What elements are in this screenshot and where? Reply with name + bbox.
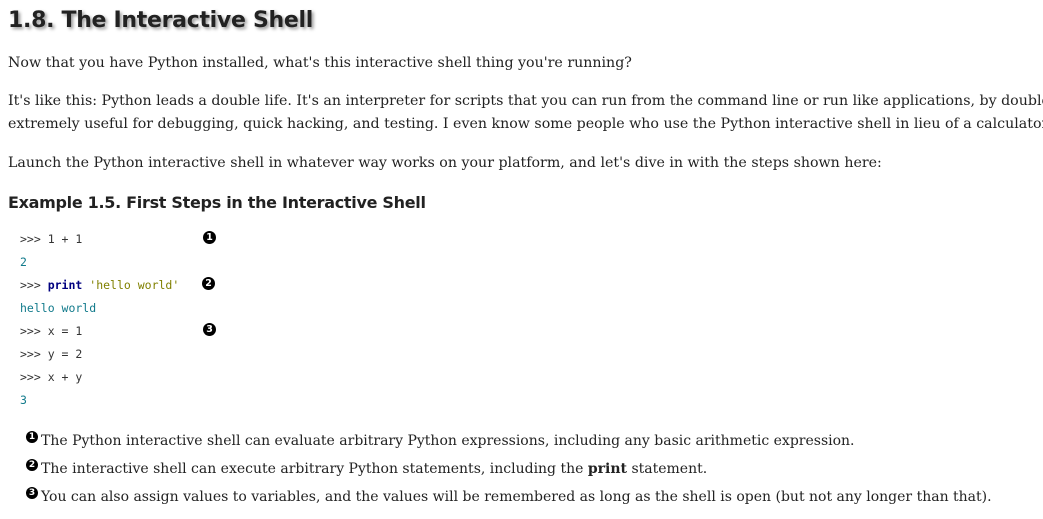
prompt: >>> (20, 324, 48, 338)
intro-paragraph: Now that you have Python installed, what… (8, 55, 632, 71)
prompt: >>> (20, 278, 48, 292)
code-text: y = 2 (47, 347, 83, 361)
note-text-end: statement. (627, 461, 708, 477)
example-title: Example 1.5. First Steps in the Interact… (8, 193, 426, 212)
note-text: The Python interactive shell can evaluat… (41, 433, 855, 449)
note-text: The interactive shell can execute arbitr… (41, 461, 588, 477)
code-output-line: 2 (20, 253, 179, 276)
code-output: hello world (20, 301, 97, 315)
note-text: You can also assign values to variables,… (41, 489, 992, 505)
prompt: >>> (20, 232, 48, 246)
code-text: x = 1 (47, 324, 83, 338)
code-example: >>> 1 + 1 1 2 >>> print 'hello world' 2 he… (20, 230, 216, 414)
callout-1-icon[interactable]: 1 (26, 431, 38, 443)
code-output: 2 (20, 255, 27, 269)
callout-3-icon[interactable]: 3 (26, 487, 38, 499)
code-line: >>> x + y (20, 368, 179, 391)
launch-paragraph: Launch the Python interactive shell in w… (8, 155, 882, 171)
explanation-paragraph: It's like this: Python leads a double li… (8, 90, 1043, 136)
callout-notes: 1 The Python interactive shell can evalua… (26, 430, 992, 514)
code-output-line: 3 (20, 391, 179, 414)
code-text: x + y (47, 370, 83, 384)
callout-2-icon[interactable]: 2 (202, 277, 215, 290)
callout-1-icon[interactable]: 1 (203, 231, 216, 244)
prompt: >>> (20, 347, 48, 361)
code-keyword: print (47, 278, 83, 292)
explanation-line-2: extremely useful for debugging, quick ha… (8, 116, 1043, 132)
prompt: >>> (20, 370, 48, 384)
code-output: 3 (20, 393, 27, 407)
code-line: >>> x = 1 3 (20, 322, 216, 345)
callout-3-icon[interactable]: 3 (203, 323, 216, 336)
code-line: >>> 1 + 1 1 (20, 230, 216, 253)
explanation-line-1: It's like this: Python leads a double li… (8, 93, 1043, 109)
callout-2-icon[interactable]: 2 (26, 459, 38, 471)
note-2: 2 The interactive shell can execute arbit… (26, 458, 992, 486)
note-3: 3 You can also assign values to variables… (26, 486, 992, 514)
code-text: 1 + 1 (47, 232, 83, 246)
code-line: >>> print 'hello world' 2 (20, 276, 215, 299)
code-line: >>> y = 2 (20, 345, 179, 368)
code-string: 'hello world' (89, 278, 180, 292)
code-output-line: hello world (20, 299, 179, 322)
note-1: 1 The Python interactive shell can evalua… (26, 430, 992, 458)
section-title: 1.8. The Interactive Shell (8, 8, 313, 33)
note-keyword: print (587, 461, 627, 477)
